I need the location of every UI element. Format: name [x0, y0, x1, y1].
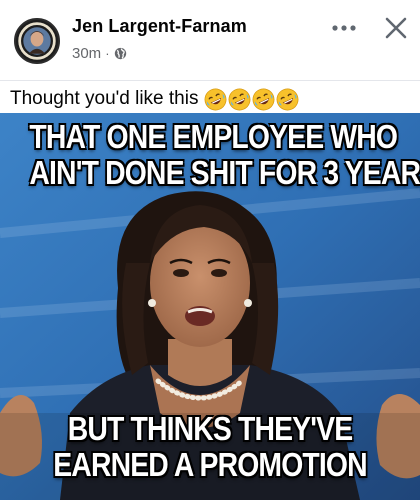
profile-avatar[interactable] — [14, 18, 60, 64]
more-options-button[interactable] — [328, 14, 360, 42]
facebook-post: Jen Largent-Farnam 30m · Thought you'd l… — [0, 0, 420, 500]
caption-text: Thought you'd like this — [10, 88, 199, 109]
meme-image[interactable]: THAT ONE EMPLOYEE WHO AIN'T DONE SHIT FO… — [0, 113, 420, 500]
meme-bottom-line-1: BUT THINKS THEY'VE — [67, 410, 353, 447]
close-icon — [385, 17, 407, 39]
post-header: Jen Largent-Farnam 30m · — [0, 0, 420, 82]
meme-top-line-2: AIN'T DONE SHIT FOR 3 YEARS, — [29, 154, 420, 191]
globe-icon — [114, 47, 126, 60]
meme-top-line-1: THAT ONE EMPLOYEE WHO — [29, 118, 398, 155]
more-dots-icon — [332, 25, 356, 31]
caption-emojis — [204, 88, 299, 111]
author-name[interactable]: Jen Largent-Farnam — [72, 16, 247, 37]
rolling-on-floor-laughing-emoji — [229, 88, 251, 110]
meme-top-caption: THAT ONE EMPLOYEE WHO AIN'T DONE SHIT FO… — [29, 118, 420, 191]
rolling-on-floor-laughing-emoji — [205, 88, 227, 110]
avatar-image — [16, 20, 58, 62]
post-caption: Thought you'd like this — [10, 86, 299, 112]
rolling-on-floor-laughing-emoji — [253, 88, 275, 110]
close-button[interactable] — [380, 12, 412, 44]
meta-separator: · — [105, 46, 110, 61]
header-divider — [0, 80, 420, 81]
rolling-on-floor-laughing-emoji — [277, 88, 299, 110]
post-meta: 30m · — [72, 45, 127, 62]
post-timestamp[interactable]: 30m — [72, 45, 101, 62]
meme-bottom-line-2: EARNED A PROMOTION — [53, 446, 367, 483]
meme-bottom-caption: BUT THINKS THEY'VE EARNED A PROMOTION — [29, 411, 390, 483]
